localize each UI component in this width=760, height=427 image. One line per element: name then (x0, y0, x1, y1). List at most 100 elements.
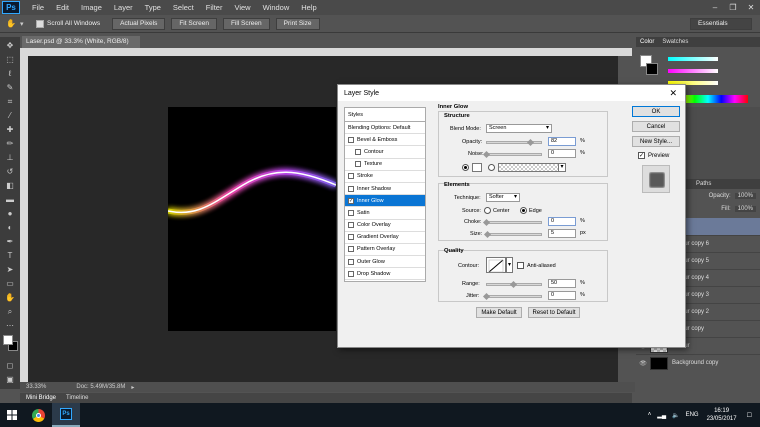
styles-header[interactable]: Styles (345, 108, 425, 122)
minimize-icon[interactable]: – (706, 3, 724, 12)
network-icon[interactable]: ▂▄ (657, 412, 666, 419)
chrome-taskbar-icon[interactable] (24, 403, 52, 427)
style-item-checkbox[interactable] (355, 161, 361, 168)
close-icon[interactable]: ✕ (742, 3, 760, 12)
style-item-inner-shadow[interactable]: Inner Shadow (345, 183, 425, 196)
fill-screen-button[interactable]: Fill Screen (222, 17, 270, 30)
layer-row[interactable]: 👁 Background copy (636, 354, 760, 371)
bg-color-chip[interactable] (646, 63, 658, 75)
menu-layer[interactable]: Layer (108, 3, 139, 12)
tool-preset-dropdown-icon[interactable]: ▾ (20, 20, 28, 28)
jitter-input[interactable]: 0 (548, 291, 576, 300)
actual-pixels-button[interactable]: Actual Pixels (112, 17, 166, 30)
scroll-all-windows-checkbox[interactable]: Scroll All Windows (36, 19, 100, 28)
style-item-drop-shadow[interactable]: Drop Shadow (345, 268, 425, 281)
style-item-checkbox[interactable]: ✓ (348, 197, 354, 204)
fit-screen-button[interactable]: Fit Screen (171, 17, 217, 30)
source-edge-radio[interactable] (520, 207, 527, 214)
jitter-slider[interactable] (482, 292, 542, 301)
quick-select-tool-icon[interactable]: ✎ (3, 82, 17, 93)
green-slider[interactable] (668, 69, 718, 73)
menu-file[interactable]: File (26, 3, 50, 12)
menu-window[interactable]: Window (257, 3, 296, 12)
reset-to-default-button[interactable]: Reset to Default (528, 307, 580, 318)
layer-visibility-eye-icon[interactable]: 👁 (636, 360, 650, 367)
make-default-button[interactable]: Make Default (476, 307, 522, 318)
style-item-outer-glow[interactable]: Outer Glow (345, 256, 425, 269)
document-tab[interactable]: Laser.psd @ 33.3% (White, RGB/8) *✕ (22, 36, 140, 57)
size-input[interactable]: 5 (548, 229, 576, 238)
eyedropper-tool-icon[interactable]: ⁄ (3, 110, 17, 121)
style-item-checkbox[interactable] (348, 173, 354, 180)
workspace-switcher[interactable]: Essentials (690, 17, 752, 30)
path-selection-tool-icon[interactable]: ➤ (3, 264, 17, 275)
style-item-checkbox[interactable] (355, 148, 361, 155)
range-slider[interactable] (486, 280, 542, 289)
range-input[interactable]: 50 (548, 279, 576, 288)
style-item-checkbox[interactable] (348, 209, 354, 216)
contour-picker[interactable] (486, 257, 506, 273)
new-style-button[interactable]: New Style... (632, 136, 680, 147)
blur-tool-icon[interactable]: ● (3, 208, 17, 219)
more-tools-icon[interactable]: ⋯ (3, 320, 17, 331)
opacity-slider[interactable] (486, 138, 542, 147)
screen-mode-icon[interactable]: ▣ (3, 374, 17, 385)
start-button-icon[interactable] (0, 403, 24, 427)
style-item-color-overlay[interactable]: Color Overlay (345, 220, 425, 232)
clone-stamp-tool-icon[interactable]: ⊥ (3, 152, 17, 163)
style-item-blending-options-default[interactable]: Blending Options: Default (345, 122, 425, 135)
tray-chevron-icon[interactable]: ˄ (648, 412, 652, 418)
quick-mask-icon[interactable]: ◻ (3, 360, 17, 371)
noise-input[interactable]: 0 (548, 149, 576, 158)
shape-tool-icon[interactable]: ▭ (3, 278, 17, 289)
print-size-button[interactable]: Print Size (275, 17, 320, 30)
notifications-icon[interactable]: ☐ (747, 412, 752, 419)
technique-select[interactable]: Softer (486, 193, 520, 202)
layer-opacity-field[interactable]: 100% (734, 192, 756, 199)
style-item-checkbox[interactable] (348, 234, 354, 241)
healing-brush-tool-icon[interactable]: ✚ (3, 124, 17, 135)
preview-checkbox[interactable]: ✓ (638, 152, 645, 159)
hand-tool-icon[interactable]: ✋ (6, 19, 20, 28)
tab-timeline[interactable]: Timeline (66, 395, 88, 401)
size-slider[interactable] (484, 230, 542, 239)
foreground-color-swatch[interactable] (3, 335, 13, 345)
menu-view[interactable]: View (228, 3, 256, 12)
zoom-tool-icon[interactable]: ⌕ (3, 306, 17, 317)
contour-dropdown-icon[interactable]: ▾ (506, 257, 513, 273)
style-item-texture[interactable]: Texture (345, 159, 425, 171)
menu-help[interactable]: Help (295, 3, 322, 12)
input-language[interactable]: ENG (686, 412, 699, 418)
color-swatches[interactable] (0, 335, 20, 357)
gradient-dropdown-icon[interactable]: ▾ (558, 163, 566, 172)
restore-icon[interactable]: ❐ (724, 3, 742, 12)
tab-paths[interactable]: Paths (692, 181, 715, 187)
cancel-button[interactable]: Cancel (632, 121, 680, 132)
tab-mini-bridge[interactable]: Mini Bridge (26, 395, 56, 401)
volume-icon[interactable]: 🔈 (672, 412, 679, 419)
dodge-tool-icon[interactable]: ◐ (3, 222, 17, 233)
ok-button[interactable]: OK (632, 106, 680, 117)
lasso-tool-icon[interactable]: ℓ (3, 68, 17, 79)
choke-slider[interactable] (482, 218, 542, 227)
style-item-checkbox[interactable] (348, 258, 354, 265)
gradient-radio[interactable] (488, 164, 495, 171)
style-item-stroke[interactable]: Stroke (345, 171, 425, 183)
crop-tool-icon[interactable]: ⌗ (3, 96, 17, 107)
eraser-tool-icon[interactable]: ◧ (3, 180, 17, 191)
menu-type[interactable]: Type (139, 3, 167, 12)
style-item-inner-glow[interactable]: ✓ Inner Glow (345, 195, 425, 208)
solid-color-radio[interactable] (462, 164, 469, 171)
noise-slider[interactable] (482, 150, 542, 159)
anti-aliased-checkbox[interactable] (517, 262, 524, 269)
type-tool-icon[interactable]: T (3, 250, 17, 261)
style-item-satin[interactable]: Satin (345, 207, 425, 220)
menu-select[interactable]: Select (167, 3, 200, 12)
source-center-radio[interactable] (484, 207, 491, 214)
move-tool-icon[interactable]: ✥ (3, 40, 17, 51)
hand-tool-icon[interactable]: ✋ (3, 292, 17, 303)
glow-color-swatch[interactable] (472, 163, 482, 172)
gradient-tool-icon[interactable]: ▬ (3, 194, 17, 205)
style-item-pattern-overlay[interactable]: Pattern Overlay (345, 244, 425, 257)
tab-swatches[interactable]: Swatches (658, 39, 692, 45)
